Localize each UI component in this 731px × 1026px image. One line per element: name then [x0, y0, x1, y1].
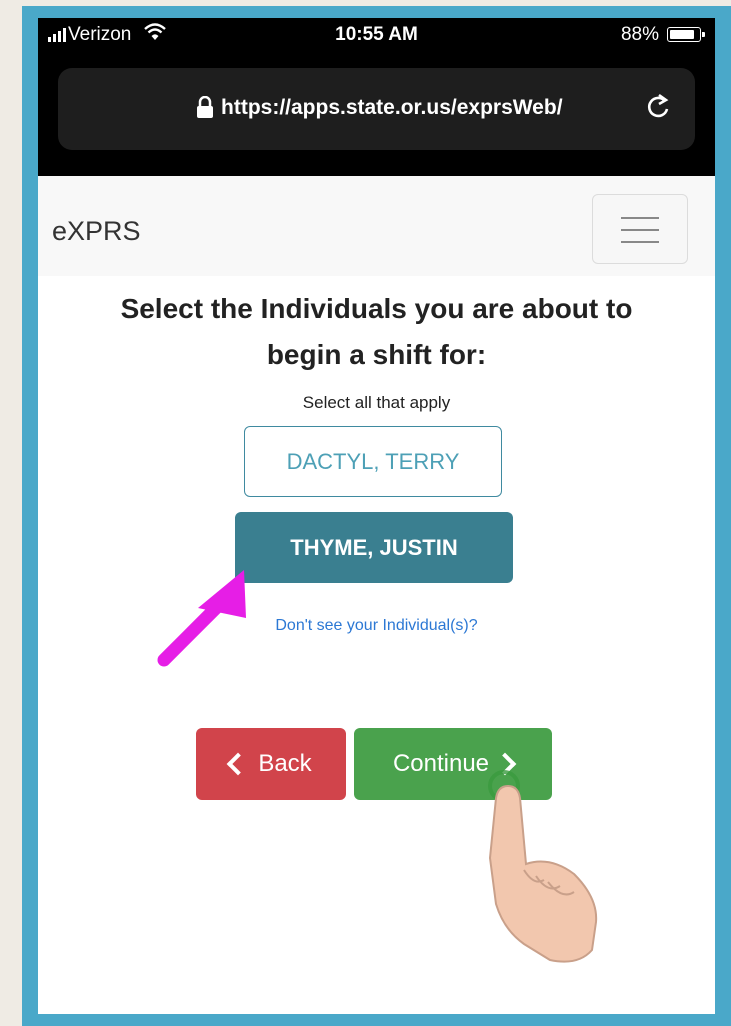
select-instruction: Select all that apply: [302, 393, 451, 412]
individual-option-dactyl-terry[interactable]: DACTYL, TERRY: [244, 426, 502, 497]
chevron-right-icon: [493, 752, 517, 776]
continue-button-label: Continue: [392, 750, 490, 777]
app-brand[interactable]: eXPRS: [52, 216, 141, 247]
back-button[interactable]: Back: [196, 728, 346, 800]
page-heading: Select the Individuals you are about to …: [38, 286, 715, 378]
lock-icon: [197, 96, 213, 118]
battery-icon: [667, 27, 705, 42]
phone-frame: Verizon 10:55 AM 88% https://apps.state.…: [22, 6, 731, 1026]
page-heading-line1: Select the Individuals you are about to: [120, 293, 633, 324]
browser-chrome: Verizon 10:55 AM 88% https://apps.state.…: [38, 18, 715, 176]
back-button-label: Back: [258, 750, 312, 777]
individual-option-thyme-justin[interactable]: THYME, JUSTIN: [235, 512, 513, 583]
individual-option-label: THYME, JUSTIN: [290, 534, 458, 560]
status-bar: Verizon 10:55 AM 88%: [38, 18, 715, 54]
clock: 10:55 AM: [335, 24, 418, 45]
url-text: https://apps.state.or.us/exprsWeb/: [221, 96, 563, 119]
phone-screen: Verizon 10:55 AM 88% https://apps.state.…: [38, 18, 715, 1014]
continue-button[interactable]: Continue: [354, 728, 552, 800]
chevron-left-icon: [226, 752, 250, 776]
app-navbar: eXPRS: [38, 176, 715, 276]
url-bar[interactable]: https://apps.state.or.us/exprsWeb/: [58, 68, 695, 150]
missing-individual-link-text[interactable]: Don't see your Individual(s)?: [275, 617, 477, 634]
page-heading-line2: begin a shift for:: [266, 339, 487, 370]
missing-individual-link[interactable]: Don't see your Individual(s)?: [38, 617, 715, 635]
hamburger-menu-button[interactable]: [592, 194, 688, 264]
battery-percent: 88%: [620, 24, 659, 45]
reload-icon[interactable]: [645, 92, 671, 120]
individual-option-label: DACTYL, TERRY: [286, 448, 460, 474]
